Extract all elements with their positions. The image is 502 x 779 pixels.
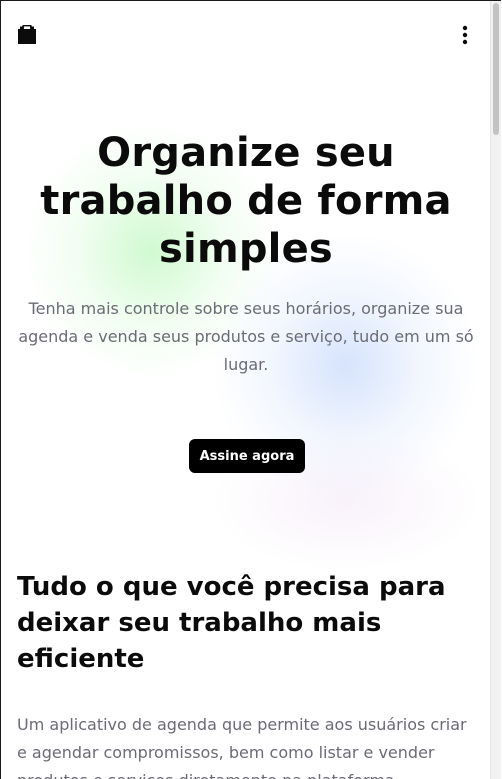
features-heading: Tudo o que você precisa para deixar seu … [17, 572, 446, 674]
page: Organize seu trabalho de forma simples T… [0, 0, 501, 779]
shopping-bag-icon[interactable] [17, 24, 37, 45]
hero-subtitle: Tenha mais controle sobre seus horários,… [18, 299, 474, 374]
features-section: Tudo o que você precisa para deixar seu … [17, 569, 477, 779]
more-vertical-icon[interactable] [453, 23, 477, 47]
hero-title: Organize seu trabalho de forma simples [40, 130, 452, 272]
scrollbar-thumb[interactable] [493, 3, 499, 135]
top-bar [1, 1, 491, 65]
features-description: Um aplicativo de agenda que permite aos … [17, 715, 467, 779]
hero-section: Organize seu trabalho de forma simples T… [1, 129, 491, 379]
scrollbar[interactable] [490, 1, 501, 779]
subscribe-button[interactable]: Assine agora [189, 439, 305, 473]
